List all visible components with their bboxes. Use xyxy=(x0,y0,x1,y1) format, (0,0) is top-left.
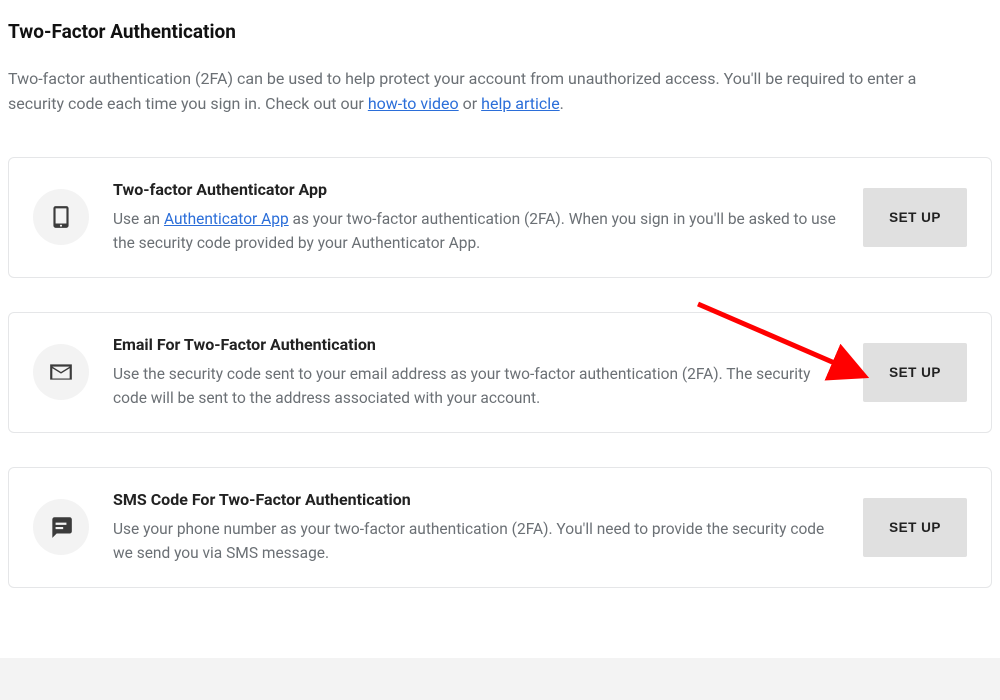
method-card-email: Email For Two-Factor Authentication Use … xyxy=(8,312,992,433)
method-title-authenticator-app: Two-factor Authenticator App xyxy=(113,180,839,199)
footer-block xyxy=(0,658,1000,700)
method-desc-app-before: Use an xyxy=(113,210,164,228)
method-desc-authenticator-app: Use an Authenticator App as your two-fac… xyxy=(113,207,839,255)
method-card-authenticator-app: Two-factor Authenticator App Use an Auth… xyxy=(8,157,992,278)
method-text-authenticator-app: Two-factor Authenticator App Use an Auth… xyxy=(113,180,839,255)
method-title-email: Email For Two-Factor Authentication xyxy=(113,335,839,354)
help-article-link[interactable]: help article xyxy=(481,94,560,113)
method-text-email: Email For Two-Factor Authentication Use … xyxy=(113,335,839,410)
setup-button-sms[interactable]: SET UP xyxy=(863,498,967,557)
intro-text-middle: or xyxy=(459,94,481,113)
intro-text: Two-factor authentication (2FA) can be u… xyxy=(0,49,980,117)
authenticator-app-link[interactable]: Authenticator App xyxy=(164,210,289,228)
page-title: Two-Factor Authentication xyxy=(0,0,1000,49)
tablet-icon xyxy=(33,189,89,245)
method-card-sms: SMS Code For Two-Factor Authentication U… xyxy=(8,467,992,588)
method-text-sms: SMS Code For Two-Factor Authentication U… xyxy=(113,490,839,565)
envelope-icon xyxy=(33,344,89,400)
setup-button-email[interactable]: SET UP xyxy=(863,343,967,402)
chat-icon xyxy=(33,499,89,555)
method-desc-sms: Use your phone number as your two-factor… xyxy=(113,517,839,565)
method-desc-email: Use the security code sent to your email… xyxy=(113,362,839,410)
howto-video-link[interactable]: how-to video xyxy=(368,94,459,113)
method-title-sms: SMS Code For Two-Factor Authentication xyxy=(113,490,839,509)
setup-button-authenticator-app[interactable]: SET UP xyxy=(863,188,967,247)
intro-text-after: . xyxy=(560,94,564,113)
